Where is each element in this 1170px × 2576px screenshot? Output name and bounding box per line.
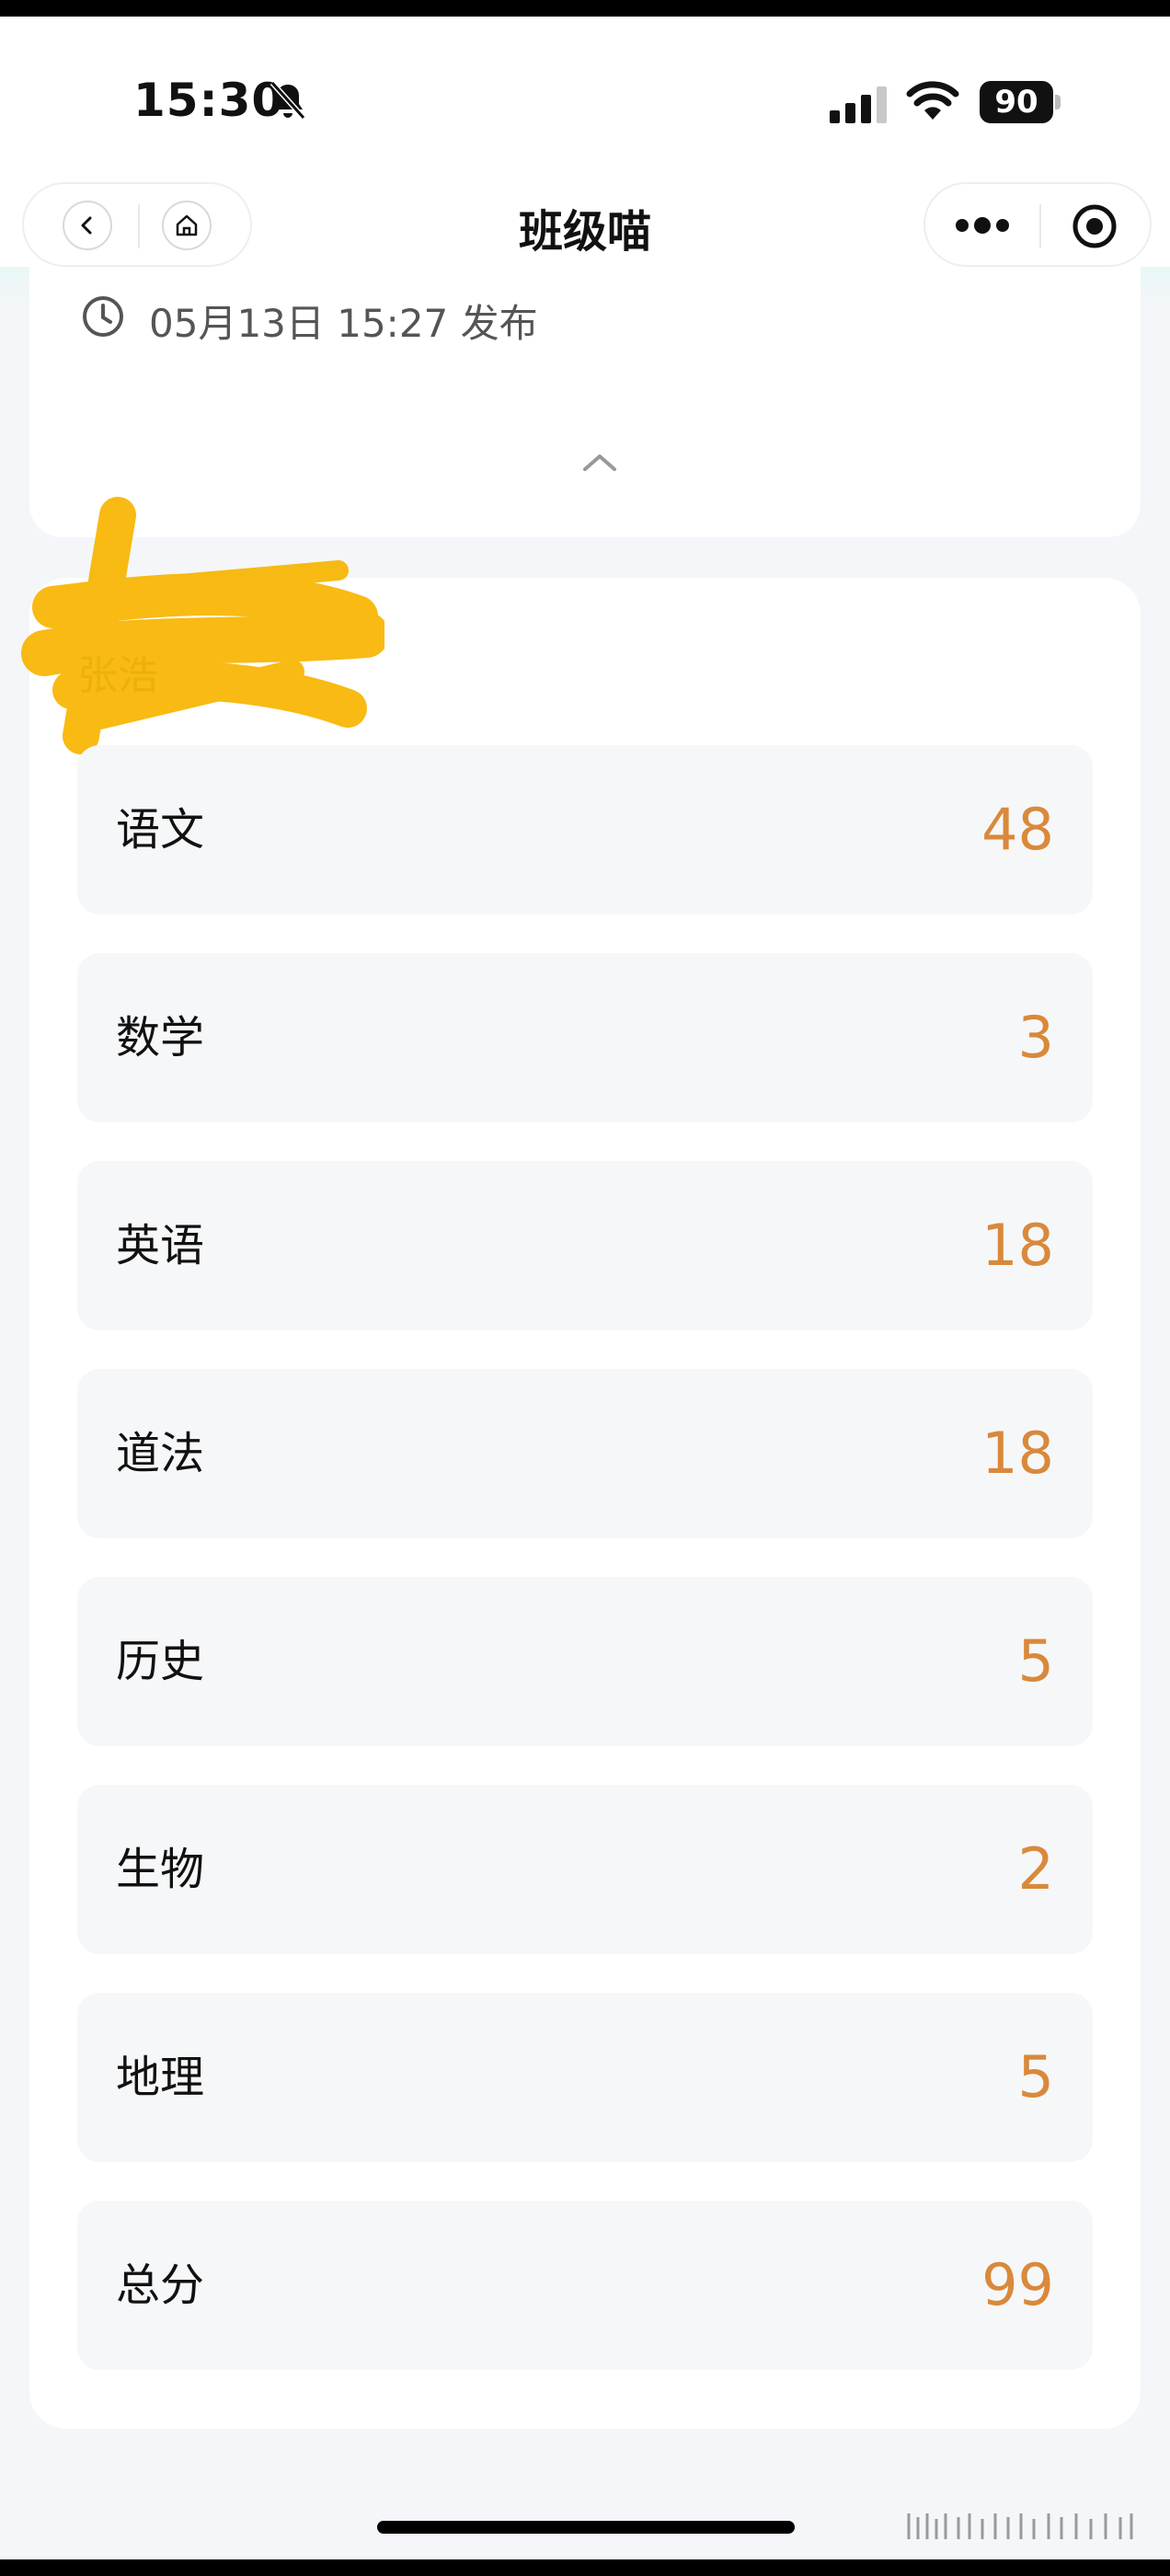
bell-slash-icon [270, 80, 306, 121]
nav-capsule-right [923, 182, 1152, 267]
subject-name: 语文 [116, 804, 205, 856]
score-row: 英语 18 [77, 1161, 1093, 1330]
subject-name: 数学 [116, 1012, 205, 1064]
total-score-row: 总分 99 [77, 2201, 1093, 2370]
subject-name: 道法 [116, 1428, 205, 1479]
total-score: 99 [981, 2251, 1054, 2318]
battery-tip [1055, 95, 1061, 109]
subject-score: 5 [1017, 2043, 1054, 2110]
chevron-up-icon[interactable] [581, 451, 618, 473]
scores-card: 张浩 语文 48 数学 3 英语 18 道法 18 历史 5 生物 2 地理 5… [21, 497, 1141, 2429]
subject-score: 5 [1017, 1627, 1054, 1695]
top-edge [0, 0, 1170, 17]
subject-score: 18 [981, 1420, 1054, 1487]
score-row: 道法 18 [77, 1369, 1093, 1538]
wifi-icon [906, 81, 959, 120]
subject-score: 3 [1017, 1004, 1054, 1071]
subject-name: 地理 [116, 2052, 205, 2103]
subject-name: 生物 [116, 1844, 205, 1895]
signal-icon [830, 86, 887, 123]
battery-indicator: 90 [980, 81, 1061, 123]
clock-icon [83, 296, 123, 337]
score-row: 生物 2 [77, 1785, 1093, 1954]
redaction-scribble [21, 497, 384, 754]
subject-score: 48 [981, 796, 1054, 863]
watermark-graphic [907, 2513, 1133, 2539]
score-list: 语文 48 数学 3 英语 18 道法 18 历史 5 生物 2 地理 5 总分 [77, 745, 1093, 2370]
score-row: 地理 5 [77, 1993, 1093, 2162]
home-indicator[interactable] [377, 2521, 795, 2534]
total-label: 总分 [116, 2260, 205, 2311]
bottom-edge [0, 2559, 1170, 2576]
subject-name: 英语 [116, 1220, 205, 1271]
status-time: 15:30 [133, 74, 285, 127]
score-row: 语文 48 [77, 745, 1093, 914]
subject-score: 18 [981, 1212, 1054, 1279]
score-row: 数学 3 [77, 953, 1093, 1122]
capsule-divider [1039, 204, 1041, 248]
more-icon[interactable] [955, 212, 1010, 239]
battery-level: 90 [980, 81, 1053, 123]
subject-name: 历史 [116, 1636, 205, 1687]
subject-score: 2 [1017, 1835, 1054, 1903]
target-icon[interactable] [1071, 202, 1118, 250]
publish-time: 05月13日 15:27 发布 [149, 301, 538, 346]
score-row: 历史 5 [77, 1577, 1093, 1746]
